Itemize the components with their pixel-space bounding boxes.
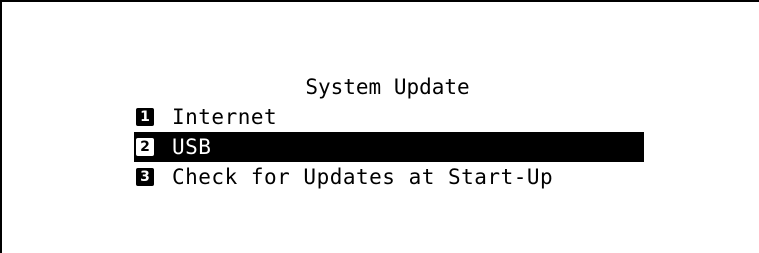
- menu-list: 1 Internet 2 USB 3 Check for Updates at …: [134, 102, 644, 192]
- number-2-icon: 2: [136, 138, 154, 156]
- lcd-display: System Update 1 Internet 2 USB 3 Check f…: [0, 0, 759, 253]
- menu-item-label: Check for Updates at Start-Up: [172, 165, 554, 189]
- menu-item-internet[interactable]: 1 Internet: [134, 102, 644, 132]
- menu-item-label: Internet: [172, 105, 278, 129]
- menu-item-label: USB: [172, 135, 212, 159]
- number-3-icon: 3: [136, 168, 154, 186]
- menu-item-usb[interactable]: 2 USB: [134, 132, 644, 162]
- menu-item-check-updates-startup[interactable]: 3 Check for Updates at Start-Up: [134, 162, 644, 192]
- menu-title: System Update: [305, 75, 470, 99]
- number-1-icon: 1: [136, 108, 154, 126]
